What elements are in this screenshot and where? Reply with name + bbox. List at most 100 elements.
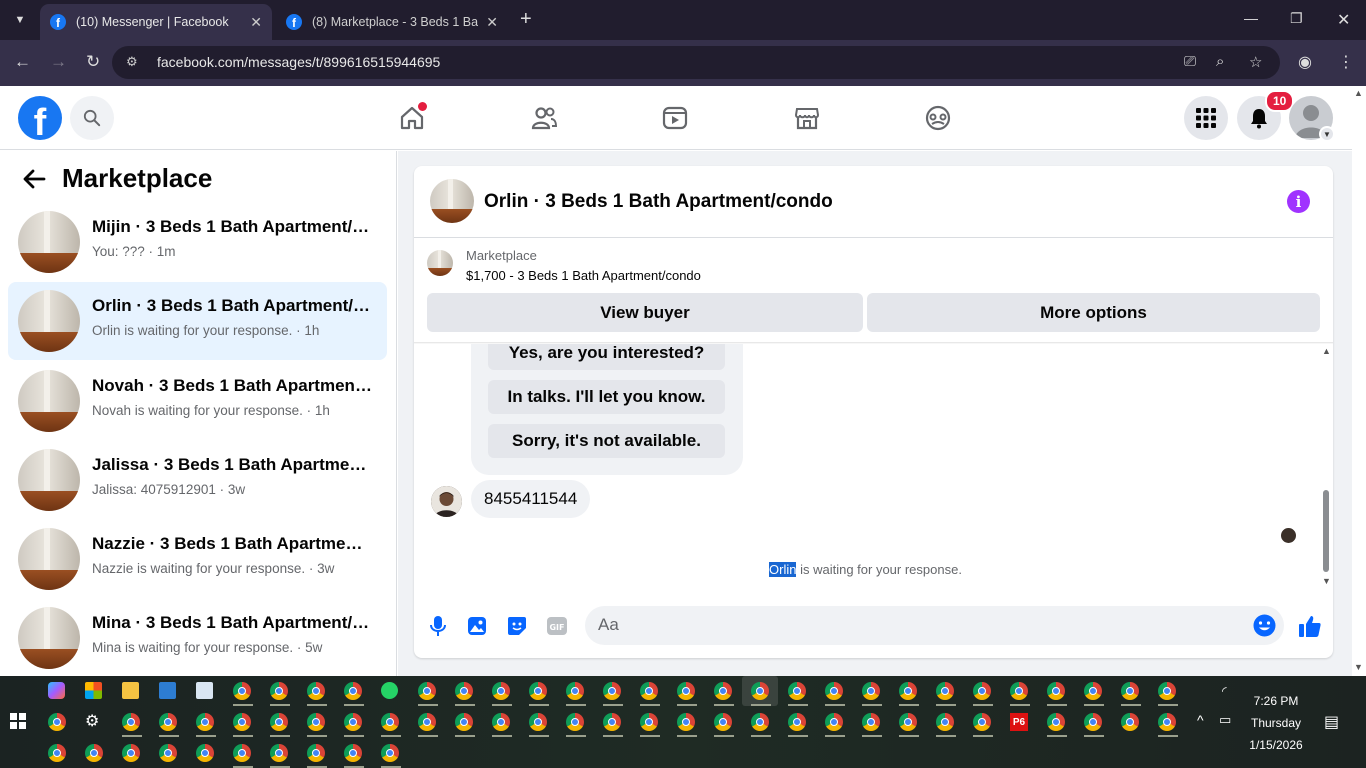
back-button[interactable]: ←	[14, 52, 31, 72]
page-scroll-down-icon[interactable]: ▼	[1354, 662, 1363, 672]
conversation-item[interactable]: Orlin · 3 Beds 1 Bath Apartment/condo Orl…	[8, 282, 387, 360]
chrome-taskbar-icon[interactable]	[899, 713, 919, 733]
emoji-button[interactable]	[1253, 614, 1276, 637]
chrome-menu-icon[interactable]: ⋮	[1338, 52, 1354, 72]
chrome-taskbar-icon[interactable]	[233, 744, 253, 764]
conversation-item[interactable]: Jalissa · 3 Beds 1 Bath Apartment/condo J…	[8, 441, 387, 519]
whatsapp-icon[interactable]	[381, 682, 401, 702]
chrome-taskbar-icon[interactable]	[381, 713, 401, 733]
copilot-icon[interactable]	[48, 682, 68, 702]
listing-thumbnail[interactable]	[427, 250, 453, 276]
scroll-up-icon[interactable]: ▲	[1322, 346, 1331, 356]
restore-button[interactable]: ❐	[1290, 10, 1303, 27]
chrome-taskbar-icon[interactable]	[862, 713, 882, 733]
chrome-taskbar-icon[interactable]	[1010, 682, 1030, 702]
chrome-taskbar-icon[interactable]	[529, 713, 549, 733]
minimize-button[interactable]: —	[1244, 10, 1258, 26]
install-app-icon[interactable]: ⎚	[1184, 53, 1196, 70]
chrome-taskbar-icon[interactable]	[825, 682, 845, 702]
info-icon[interactable]: i	[1287, 190, 1310, 213]
p6-app-icon[interactable]: P6	[1010, 713, 1030, 733]
chrome-taskbar-icon[interactable]	[1158, 713, 1178, 733]
battery-icon[interactable]: ▭	[1219, 712, 1231, 728]
chrome-taskbar-icon[interactable]	[825, 713, 845, 733]
chrome-taskbar-icon[interactable]	[640, 682, 660, 702]
sender-avatar[interactable]	[431, 486, 462, 517]
chrome-taskbar-icon[interactable]	[492, 682, 512, 702]
chrome-taskbar-icon[interactable]	[1047, 713, 1067, 733]
chrome-taskbar-icon[interactable]	[122, 744, 142, 764]
chrome-taskbar-icon[interactable]	[1084, 713, 1104, 733]
system-clock[interactable]: 7:26 PM Thursday 1/15/2026	[1236, 690, 1316, 756]
close-window-button[interactable]: ✕	[1337, 10, 1350, 30]
chrome-taskbar-icon[interactable]	[270, 744, 290, 764]
chrome-taskbar-icon[interactable]	[936, 682, 956, 702]
gaming-nav-button[interactable]	[922, 102, 954, 134]
message-composer[interactable]	[585, 606, 1284, 645]
chrome-taskbar-icon[interactable]	[677, 682, 697, 702]
chrome-taskbar-icon[interactable]	[788, 713, 808, 733]
chrome-taskbar-icon[interactable]	[1121, 682, 1141, 702]
listing-price[interactable]: $1,700 - 3 Beds 1 Bath Apartment/condo	[466, 268, 701, 283]
chat-title[interactable]: Orlin · 3 Beds 1 Bath Apartment/condo	[484, 191, 833, 213]
chrome-taskbar-icon[interactable]	[48, 744, 68, 764]
chrome-taskbar-icon[interactable]	[455, 682, 475, 702]
tab-search-dropdown-icon[interactable]: ▼	[6, 8, 34, 32]
forward-button[interactable]: →	[50, 52, 67, 72]
chrome-taskbar-icon[interactable]	[270, 713, 290, 733]
keyboard-icon[interactable]	[159, 682, 179, 702]
chrome-taskbar-icon[interactable]	[122, 713, 142, 733]
page-scrollbar[interactable]: ▲ ▼	[1352, 86, 1366, 676]
chrome-taskbar-icon[interactable]	[751, 713, 771, 733]
chrome-taskbar-icon[interactable]	[603, 713, 623, 733]
message-input[interactable]	[598, 615, 1238, 635]
menu-button[interactable]	[1184, 96, 1228, 140]
chrome-taskbar-icon[interactable]	[48, 713, 68, 733]
chrome-taskbar-icon[interactable]	[899, 682, 919, 702]
chrome-taskbar-icon[interactable]	[973, 682, 993, 702]
chrome-taskbar-icon[interactable]	[973, 713, 993, 733]
chevron-down-icon[interactable]: ▼	[1319, 126, 1335, 142]
voice-clip-button[interactable]	[427, 615, 449, 637]
bookmark-star-icon[interactable]: ☆	[1249, 53, 1262, 71]
message-bubble[interactable]: 8455411544	[471, 480, 591, 518]
show-hidden-icons-icon[interactable]: ^	[1197, 712, 1204, 728]
listing-avatar[interactable]	[430, 179, 474, 223]
scrollbar-thumb[interactable]	[1323, 490, 1329, 572]
chrome-taskbar-icon[interactable]	[233, 682, 253, 702]
video-nav-button[interactable]	[659, 102, 691, 134]
zoom-icon[interactable]: ⌕	[1216, 53, 1224, 70]
gif-button[interactable]: GIF	[546, 615, 568, 637]
conversation-item[interactable]: Nazzie · 3 Beds 1 Bath Apartment/condo Na…	[8, 520, 387, 598]
chrome-taskbar-icon[interactable]	[714, 682, 734, 702]
new-tab-button[interactable]: +	[520, 8, 532, 31]
notepad-icon[interactable]	[196, 682, 216, 702]
chrome-taskbar-icon[interactable]	[455, 713, 475, 733]
chrome-taskbar-icon[interactable]	[566, 713, 586, 733]
friends-nav-button[interactable]	[528, 102, 560, 134]
more-options-button[interactable]: More options	[867, 293, 1320, 332]
chrome-taskbar-icon[interactable]	[1047, 682, 1067, 702]
chrome-taskbar-icon[interactable]	[307, 682, 327, 702]
chrome-taskbar-icon[interactable]	[233, 713, 253, 733]
notification-center-icon[interactable]: ▤	[1324, 712, 1339, 732]
attach-photo-button[interactable]	[466, 615, 488, 637]
windows-start-icon[interactable]	[10, 713, 26, 729]
file-explorer-icon[interactable]	[122, 682, 142, 702]
chrome-taskbar-icon[interactable]	[1121, 713, 1141, 733]
back-arrow-button[interactable]	[22, 167, 46, 196]
chrome-taskbar-icon[interactable]	[344, 713, 364, 733]
chrome-taskbar-icon[interactable]	[640, 713, 660, 733]
chrome-taskbar-icon[interactable]	[677, 713, 697, 733]
search-button[interactable]	[70, 96, 114, 140]
chrome-taskbar-icon[interactable]	[344, 744, 364, 764]
quick-reply-button[interactable]: Yes, are you interested?	[488, 344, 725, 370]
chrome-taskbar-icon[interactable]	[344, 682, 364, 702]
chrome-taskbar-icon[interactable]	[381, 744, 401, 764]
chrome-taskbar-icon[interactable]	[159, 713, 179, 733]
chrome-taskbar-icon[interactable]	[85, 744, 105, 764]
url-text[interactable]: facebook.com/messages/t/899616515944695	[157, 54, 440, 70]
chrome-taskbar-icon[interactable]	[307, 713, 327, 733]
chrome-taskbar-icon[interactable]	[603, 682, 623, 702]
chrome-taskbar-icon[interactable]	[418, 682, 438, 702]
